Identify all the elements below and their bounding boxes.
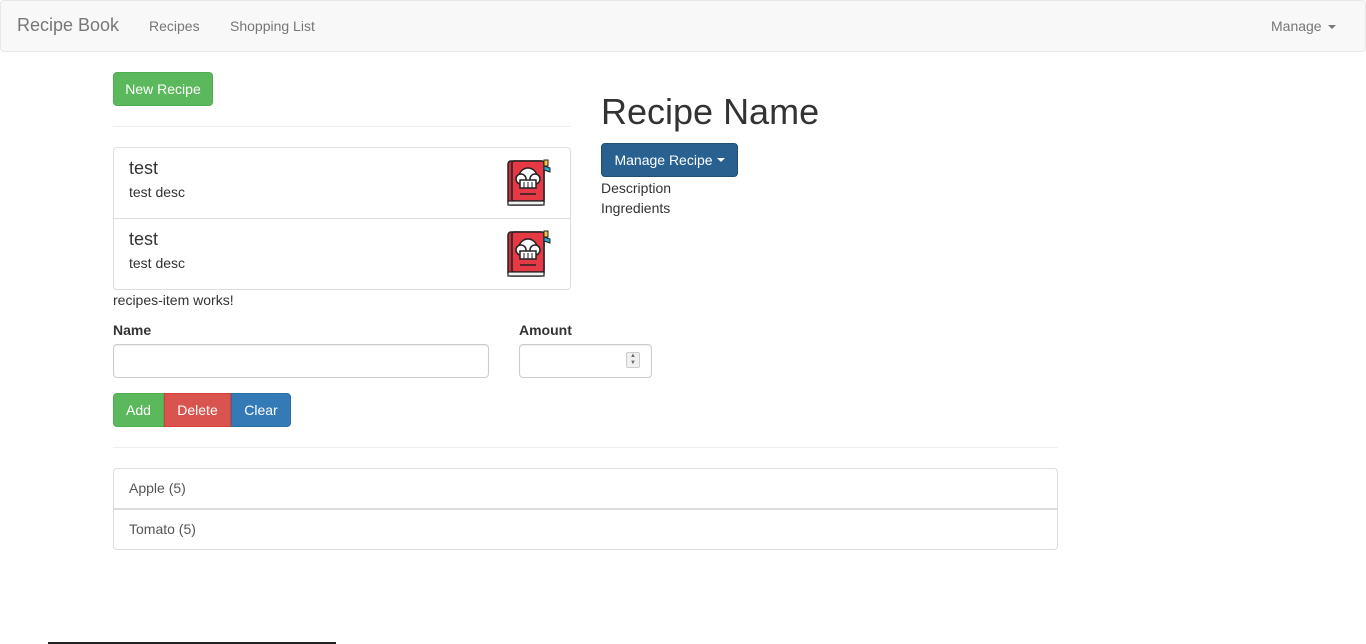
amount-stepper[interactable]: ▲ ▼ (626, 352, 640, 368)
recipe-description-label: Description (601, 180, 672, 196)
nav-link-shopping-list[interactable]: Shopping List (230, 18, 315, 34)
name-label: Name (113, 322, 152, 338)
caret-down-icon (1327, 25, 1336, 30)
clear-button[interactable]: Clear (231, 393, 291, 427)
manage-recipe-button[interactable]: Manage Recipe (601, 143, 738, 177)
recipe-ingredients-label: Ingredients (601, 200, 671, 216)
recipe-name: test (129, 158, 159, 178)
chef-cookbook-icon (507, 159, 551, 206)
manage-dropdown[interactable]: Manage (1271, 18, 1336, 34)
recipe-description: test desc (129, 184, 186, 200)
recipe-list-item[interactable]: test test desc (113, 218, 571, 290)
brand-link[interactable]: Recipe Book (17, 15, 119, 36)
name-input[interactable] (113, 344, 489, 378)
manage-dropdown-label: Manage (1271, 18, 1322, 34)
divider (113, 126, 571, 127)
recipes-item-status-text: recipes-item works! (113, 292, 234, 308)
stepper-up-icon[interactable]: ▲ (627, 353, 639, 360)
nav-link-recipes[interactable]: Recipes (149, 18, 200, 34)
recipe-description: test desc (129, 255, 186, 271)
add-button[interactable]: Add (113, 393, 164, 427)
manage-recipe-label: Manage Recipe (614, 152, 713, 168)
amount-field: ▲ ▼ (519, 344, 652, 378)
recipe-name: test (129, 229, 159, 249)
navbar: Recipe Book Recipes Shopping List Manage (0, 0, 1366, 52)
caret-down-icon (716, 158, 725, 162)
stepper-down-icon[interactable]: ▼ (627, 360, 639, 367)
shopping-list-item[interactable]: Tomato (5) (113, 509, 1058, 550)
recipe-list-item[interactable]: test test desc (113, 147, 571, 219)
new-recipe-button[interactable]: New Recipe (113, 72, 213, 106)
delete-button[interactable]: Delete (164, 393, 231, 427)
recipe-detail-title: Recipe Name (601, 91, 820, 132)
chef-cookbook-icon (507, 230, 551, 277)
divider (113, 447, 1058, 448)
shopping-list-item[interactable]: Apple (5) (113, 468, 1058, 509)
amount-label: Amount (519, 322, 572, 338)
